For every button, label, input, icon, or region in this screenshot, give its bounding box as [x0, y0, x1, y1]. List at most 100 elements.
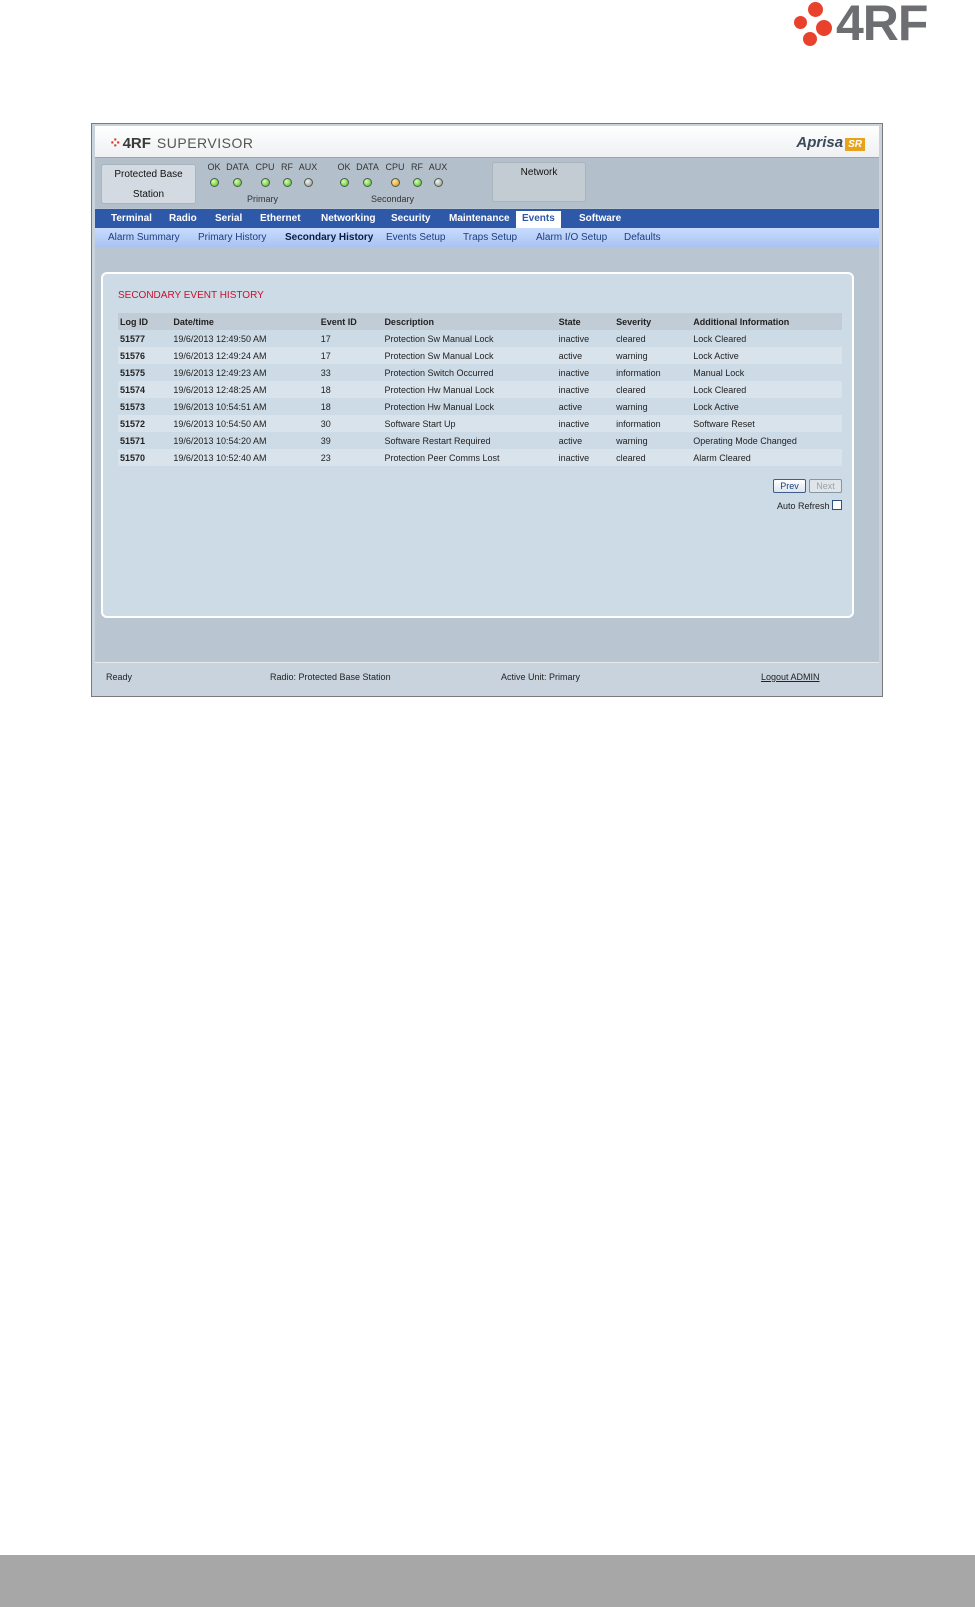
cell-description: Protection Sw Manual Lock	[384, 333, 494, 344]
cell-description: Protection Switch Occurred	[384, 367, 494, 378]
app-footer: Ready Radio: Protected Base Station Acti…	[95, 662, 879, 693]
primary-aux-led-icon	[303, 178, 313, 187]
primary-led-slot-ok	[206, 174, 222, 192]
table-row: 51570 19/6/2013 10:52:40 AM 23 Protection P…	[118, 449, 842, 466]
nav-tab-security[interactable]: Security	[385, 209, 436, 228]
footer-active-unit: Active Unit: Primary	[501, 672, 581, 682]
subnav-alarm-i-o-setup[interactable]: Alarm I/O Setup	[536, 228, 607, 247]
column-header-description[interactable]: Description	[382, 313, 557, 330]
primary-led-slot-rf	[277, 174, 297, 192]
cell-state: inactive	[556, 415, 615, 432]
table-row: 51576 19/6/2013 12:49:24 AM 17 Protection S…	[118, 347, 842, 364]
cell-log-id: 51570	[118, 449, 172, 466]
station-name-line1: Protected Base	[114, 169, 183, 180]
prev-button[interactable]: Prev	[773, 479, 806, 493]
nav-tab-terminal[interactable]: Terminal	[105, 209, 158, 228]
cell-state: inactive	[558, 333, 590, 344]
cell-additional-information: Operating Mode Changed	[693, 435, 797, 446]
column-header-log-id[interactable]: Log ID	[118, 313, 172, 330]
network-button[interactable]: Network	[492, 162, 586, 202]
subnav-alarm-summary[interactable]: Alarm Summary	[108, 228, 180, 247]
nav-tab-software[interactable]: Software	[573, 209, 627, 228]
panel-title: SECONDARY EVENT HISTORY	[118, 290, 264, 301]
primary-leds	[206, 174, 319, 192]
table-row: 51572 19/6/2013 10:54:50 AM 30 Software Sta…	[118, 415, 842, 432]
cell-severity: warning	[616, 401, 648, 412]
cell-state: inactive	[558, 367, 590, 378]
secondary-led-labels: OK DATA CPU RF AUX	[336, 162, 449, 172]
station-name-box[interactable]: Protected Base Station	[101, 164, 196, 204]
cell-date-time: 19/6/2013 12:49:24 AM	[171, 347, 319, 364]
cell-state: inactive	[556, 449, 615, 466]
secondary-led-label-ok: OK	[337, 162, 351, 172]
cell-date-time: 19/6/2013 10:54:51 AM	[173, 401, 267, 412]
column-header-state[interactable]: State	[556, 313, 615, 330]
secondary-aux-led-icon	[433, 178, 443, 187]
nav-tab-ethernet[interactable]: Ethernet	[254, 209, 307, 228]
column-header-severity[interactable]: Severity	[614, 313, 692, 330]
app-logo-suffix: SUPERVISOR	[156, 135, 254, 151]
nav-tab-networking[interactable]: Networking	[315, 209, 381, 228]
app-header: ⁘4RF SUPERVISOR Aprisa SR	[95, 126, 879, 158]
subnav-events-setup[interactable]: Events Setup	[386, 228, 445, 247]
cell-event-id: 18	[318, 381, 383, 398]
subnav-traps-setup[interactable]: Traps Setup	[463, 228, 517, 247]
cell-event-id: 18	[320, 401, 331, 412]
footer-radio: Radio: Protected Base Station	[270, 672, 391, 682]
app-logo: ⁘4RF SUPERVISOR	[109, 134, 253, 152]
primary-led-label-cpu: CPU	[255, 162, 275, 172]
cell-log-id: 51572	[118, 415, 172, 432]
auto-refresh-checkbox[interactable]	[832, 500, 842, 510]
secondary-rf-led-icon	[412, 178, 422, 187]
supervisor-window: ⁘4RF SUPERVISOR Aprisa SR Protected Base S…	[91, 123, 883, 697]
cell-additional-information: Lock Cleared	[693, 333, 747, 344]
column-header-event-id[interactable]: Event ID	[318, 313, 383, 330]
secondary-cpu-led-icon	[390, 178, 400, 187]
cell-event-id: 17	[320, 333, 331, 344]
subnav-primary-history[interactable]: Primary History	[198, 228, 266, 247]
primary-ok-led-icon	[209, 178, 219, 187]
cell-date-time: 19/6/2013 12:49:50 AM	[173, 333, 267, 344]
primary-data-led-icon	[233, 178, 242, 187]
supervisor-frame: ⁘4RF SUPERVISOR Aprisa SR Protected Base S…	[95, 126, 879, 693]
next-button[interactable]: Next	[809, 479, 842, 493]
nav-tab-events[interactable]: Events	[516, 211, 561, 228]
cell-log-id: 51576	[118, 347, 172, 364]
table-header-row: Log ID Date/time Event ID Description State S…	[118, 313, 842, 330]
brand-dots-icon: ⁘	[109, 135, 122, 152]
cell-date-time: 19/6/2013 12:48:25 AM	[171, 381, 319, 398]
primary-caption: Primary	[247, 194, 278, 204]
nav-tab-radio[interactable]: Radio	[163, 209, 203, 228]
subnav-defaults[interactable]: Defaults	[624, 228, 661, 247]
subnav-secondary-history[interactable]: Secondary History	[285, 228, 373, 247]
app-logo-text: 4RF	[122, 135, 151, 152]
logout-link[interactable]: Logout ADMIN	[761, 672, 820, 682]
table-row: 51573 19/6/2013 10:54:51 AM 18 Protection H…	[118, 398, 842, 415]
primary-led-label-rf: RF	[281, 162, 293, 172]
secondary-led-slot-ok	[336, 174, 352, 192]
nav-tab-maintenance[interactable]: Maintenance	[443, 209, 516, 228]
secondary-led-label-aux: AUX	[428, 162, 448, 172]
nav-tab-serial[interactable]: Serial	[209, 209, 248, 228]
secondary-led-slot-cpu	[383, 174, 407, 192]
primary-led-label-aux: AUX	[298, 162, 318, 172]
cell-log-id: 51577	[120, 333, 146, 344]
secondary-data-led-icon	[363, 178, 372, 187]
cell-additional-information: Lock Cleared	[691, 381, 842, 398]
primary-led-label-ok: OK	[207, 162, 221, 172]
events-table: Log ID Date/time Event ID Description State S…	[118, 313, 842, 466]
secondary-led-group: OK DATA CPU RF AUX Secondary	[336, 162, 449, 204]
secondary-ok-led-icon	[339, 178, 349, 187]
column-header-date-time[interactable]: Date/time	[171, 313, 319, 330]
primary-cpu-led-icon	[260, 178, 270, 187]
cell-additional-information: Software Reset	[691, 415, 842, 432]
cell-severity: warning	[616, 435, 648, 446]
product-logo-text: Aprisa	[796, 134, 844, 151]
column-header-additional-information[interactable]: Additional Information	[691, 313, 842, 330]
table-row: 51571 19/6/2013 10:54:20 AM 39 Software Res…	[118, 432, 842, 449]
cell-severity: cleared	[616, 333, 646, 344]
primary-led-slot-aux	[297, 174, 319, 192]
cell-state: active	[556, 347, 615, 364]
product-badge: SR	[845, 138, 865, 151]
table-row: 51574 19/6/2013 12:48:25 AM 18 Protection H…	[118, 381, 842, 398]
